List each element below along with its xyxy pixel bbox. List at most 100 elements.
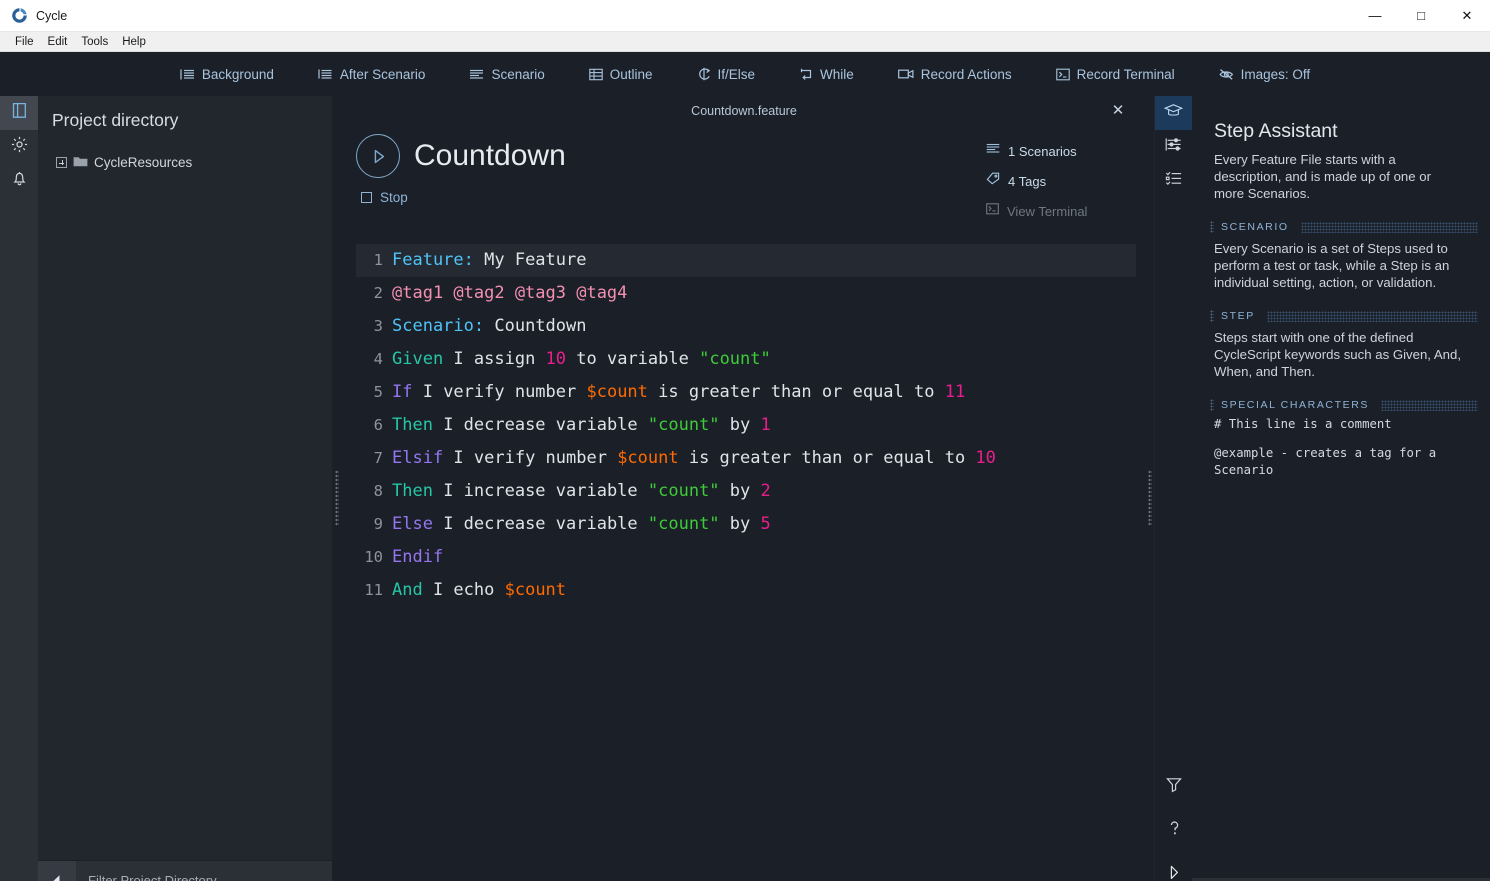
code-line[interactable]: 10 Endif	[356, 541, 1136, 574]
toolbar-label: While	[820, 66, 854, 82]
code-token: $count	[617, 448, 679, 468]
toolbar-outline-button[interactable]: Outline	[567, 63, 675, 86]
rail-item-notifications[interactable]	[0, 164, 38, 198]
code-line[interactable]: 3 Scenario: Countdown	[356, 310, 1136, 343]
right-splitter[interactable]	[1146, 96, 1154, 881]
toolbar-label: Record Terminal	[1076, 66, 1175, 82]
step-assistant-panel: Step Assistant Every Feature File starts…	[1192, 96, 1490, 881]
right-rail-bottom-group	[1155, 770, 1193, 881]
code-token: Then	[392, 481, 433, 501]
code-text[interactable]: Feature: My Feature	[392, 244, 586, 277]
code-text[interactable]: Elsif I verify number $count is greater …	[392, 442, 996, 475]
tree-item-label: CycleResources	[94, 155, 193, 170]
collapse-left-icon[interactable]	[38, 860, 76, 881]
rail-item-step-assistant[interactable]	[1154, 96, 1193, 130]
toolbar-after-scenario-button[interactable]: After Scenario	[296, 63, 448, 86]
code-line[interactable]: 9 Else I decrease variable "count" by 5	[356, 508, 1136, 541]
left-splitter[interactable]	[332, 96, 342, 881]
stat-label: 1 Scenarios	[1008, 143, 1077, 159]
close-icon[interactable]: ✕	[1108, 100, 1128, 120]
rail-item-settings[interactable]	[0, 130, 38, 164]
toolbar-label: If/Else	[717, 66, 756, 82]
rail-item-list-settings[interactable]	[1155, 164, 1193, 198]
stat-tags[interactable]: 4 Tags	[986, 172, 1146, 190]
code-token: I decrease variable	[432, 514, 648, 534]
tree-item-cycleresources[interactable]: CycleResources	[56, 155, 332, 170]
code-line[interactable]: 8 Then I increase variable "count" by 2	[356, 475, 1136, 508]
code-token: 10	[975, 448, 996, 468]
line-number: 2	[373, 284, 383, 302]
stat-view-terminal[interactable]: View Terminal	[986, 202, 1146, 220]
project-filter-bar	[38, 860, 332, 881]
cycle-logo-icon	[10, 7, 28, 25]
feature-header-left: Countdown Stop	[342, 134, 986, 232]
section-divider	[1300, 221, 1478, 233]
maximize-icon[interactable]: □	[1398, 0, 1444, 31]
code-text[interactable]: If I verify number $count is greater tha…	[392, 376, 965, 409]
menu-item-edit[interactable]: Edit	[41, 32, 75, 52]
code-text[interactable]: Then I increase variable "count" by 2	[392, 475, 771, 508]
menu-item-file[interactable]: File	[8, 32, 41, 52]
stop-button[interactable]: Stop	[361, 190, 986, 205]
toolbar-images-toggle-button[interactable]: Images: Off	[1197, 63, 1333, 86]
menu-item-help[interactable]: Help	[115, 32, 153, 52]
code-line[interactable]: 5 If I verify number $count is greater th…	[356, 376, 1136, 409]
code-token: 11	[944, 382, 966, 402]
play-icon[interactable]	[356, 134, 400, 178]
code-text[interactable]: Else I decrease variable "count" by 5	[392, 508, 771, 541]
code-token: My Feature	[473, 250, 587, 270]
toolbar-record-actions-button[interactable]: Record Actions	[876, 63, 1034, 86]
plus-expander-icon[interactable]	[56, 157, 67, 168]
bell-icon	[12, 170, 27, 192]
stat-scenarios[interactable]: 1 Scenarios	[986, 142, 1146, 160]
toolbar-background-button[interactable]: Background	[158, 63, 296, 86]
if-else-branch-icon	[697, 67, 711, 81]
code-text[interactable]: Given I assign 10 to variable "count"	[392, 343, 771, 376]
images-off-eye-icon	[1219, 68, 1234, 81]
toolbar-scenario-button[interactable]: Scenario	[447, 63, 566, 86]
code-text[interactable]: Scenario: Countdown	[392, 310, 586, 343]
minimize-icon[interactable]: —	[1352, 0, 1398, 31]
code-token: Countdown	[484, 316, 587, 336]
code-token: I verify number	[443, 448, 618, 468]
code-line[interactable]: 1 Feature: My Feature	[356, 244, 1136, 277]
code-editor[interactable]: 1 Feature: My Feature 2 @tag1 @tag2 @tag3 @…	[356, 244, 1136, 881]
code-line[interactable]: 2 @tag1 @tag2 @tag3 @tag4	[356, 277, 1136, 310]
toolbar-record-terminal-button[interactable]: Record Terminal	[1034, 63, 1197, 86]
code-text[interactable]: And I echo $count	[392, 574, 566, 607]
feature-run-row: Countdown	[356, 134, 986, 178]
section-header-scenario: SCENARIO	[1210, 220, 1478, 234]
rail-item-project-panel[interactable]	[0, 96, 38, 130]
page-title: Countdown	[414, 139, 566, 172]
rail-item-help[interactable]	[1155, 814, 1193, 848]
code-text[interactable]: Then I decrease variable "count" by 1	[392, 409, 771, 442]
code-line[interactable]: 7 Elsif I verify number $count is greater…	[356, 442, 1136, 475]
scenario-lines-icon	[469, 68, 484, 81]
tab-countdown-feature[interactable]: Countdown.feature	[691, 104, 797, 118]
code-line[interactable]: 4 Given I assign 10 to variable "count"	[356, 343, 1136, 376]
code-token: "count"	[647, 481, 720, 501]
rail-item-expand-right[interactable]	[1155, 858, 1193, 881]
code-line[interactable]: 6 Then I decrease variable "count" by 1	[356, 409, 1136, 442]
search-input[interactable]	[76, 873, 332, 881]
rail-item-sliders[interactable]	[1155, 130, 1193, 164]
close-icon[interactable]: ✕	[1444, 0, 1490, 31]
toolbar-if-else-button[interactable]: If/Else	[675, 63, 778, 86]
window-title: Cycle	[36, 8, 68, 23]
code-token: is greater than or equal to	[678, 448, 976, 468]
menu-item-tools[interactable]: Tools	[74, 32, 115, 52]
code-token: "count"	[699, 349, 771, 369]
section-divider	[1266, 310, 1478, 322]
right-icon-rail	[1154, 96, 1193, 881]
stat-label: View Terminal	[1007, 203, 1088, 219]
code-text[interactable]: Endif	[392, 541, 443, 574]
project-tree: CycleResources	[38, 131, 332, 860]
code-text[interactable]: @tag1 @tag2 @tag3 @tag4	[392, 277, 627, 310]
section-body-scenario: Every Scenario is a set of Steps used to…	[1214, 241, 1450, 290]
code-token: "count"	[647, 415, 720, 435]
rail-item-filter[interactable]	[1155, 770, 1193, 804]
project-directory-panel: Project directory CycleResources	[38, 96, 332, 881]
while-loop-icon	[799, 68, 813, 81]
toolbar-while-button[interactable]: While	[777, 63, 876, 86]
code-line[interactable]: 11 And I echo $count	[356, 574, 1136, 607]
